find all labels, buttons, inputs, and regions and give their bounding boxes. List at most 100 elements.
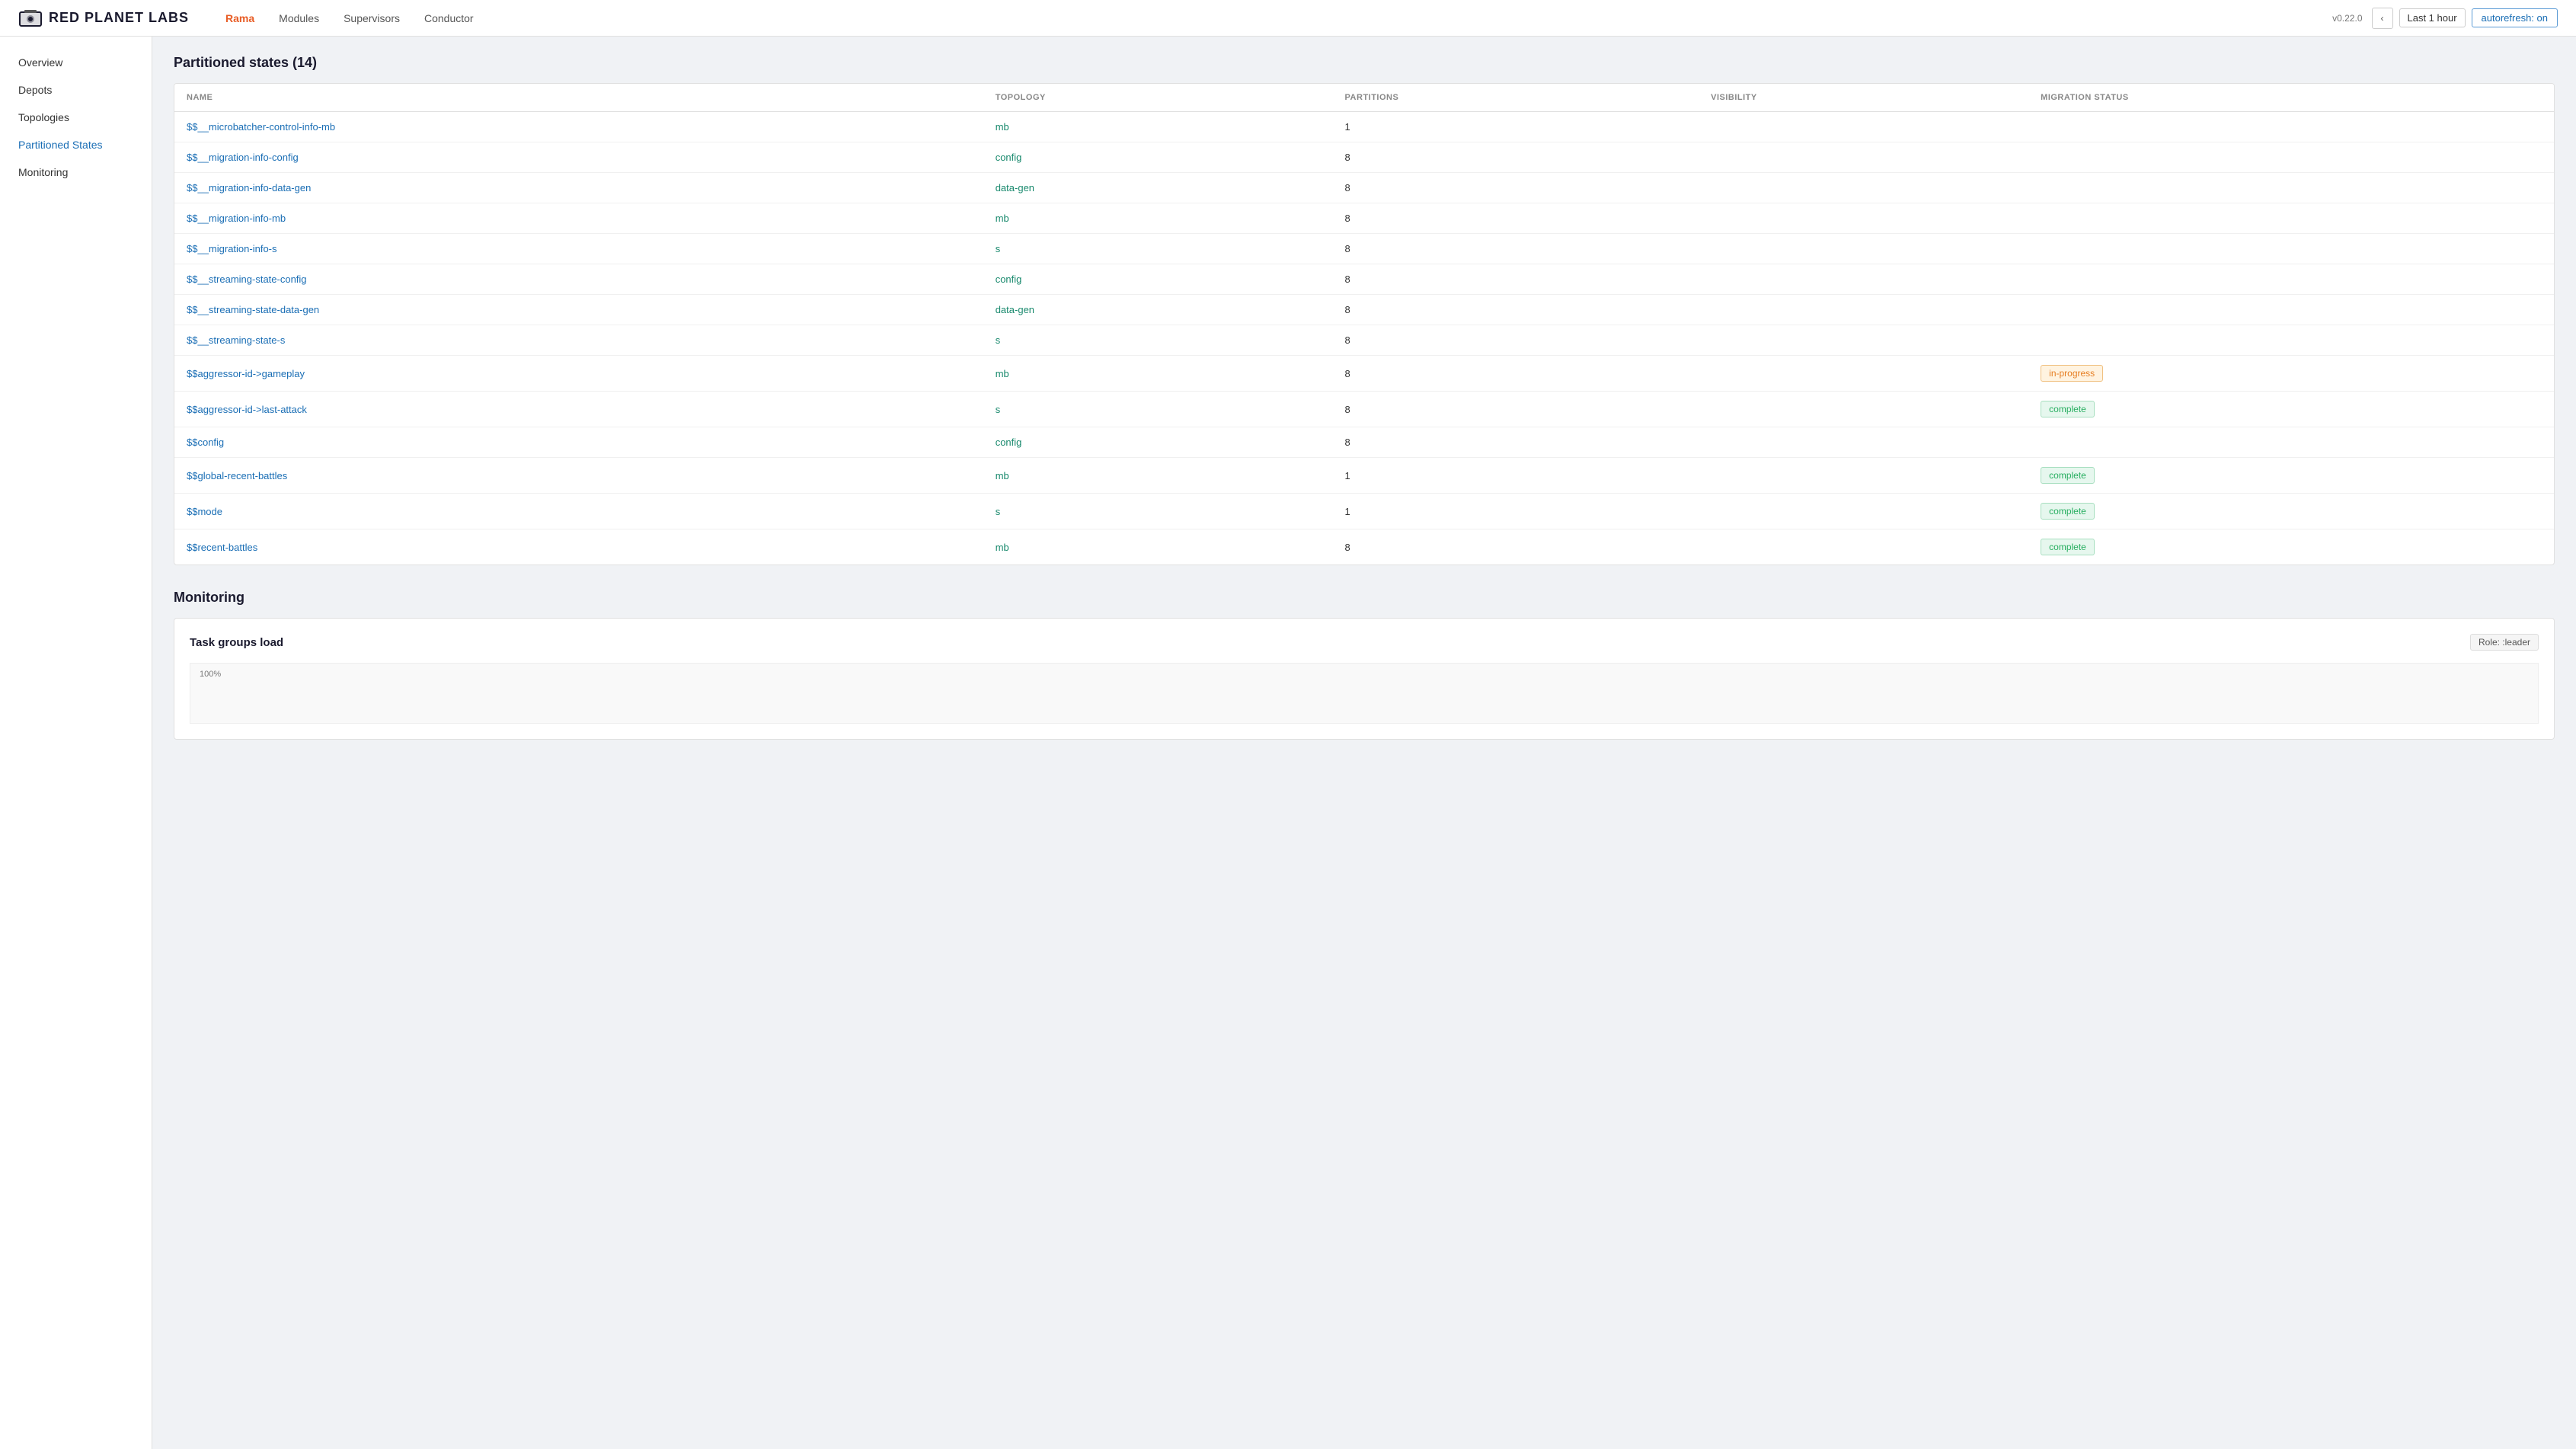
task-groups-load-title: Task groups load [190, 636, 283, 649]
topology-link[interactable]: mb [996, 368, 1009, 379]
chart-y-label: 100% [200, 670, 221, 679]
topology-link[interactable]: s [996, 404, 1001, 415]
cell-topology: mb [983, 356, 1333, 392]
partitioned-states-table: NAME TOPOLOGY PARTITIONS VISIBILITY MIGR… [174, 84, 2554, 565]
name-link[interactable]: $$__migration-info-data-gen [187, 182, 311, 194]
cell-name: $$__migration-info-s [174, 234, 983, 264]
cell-topology: s [983, 494, 1333, 529]
cell-migration-status: in-progress [2028, 356, 2554, 392]
name-link[interactable]: $$__microbatcher-control-info-mb [187, 121, 335, 133]
cell-name: $$global-recent-battles [174, 458, 983, 494]
cell-visibility [1699, 295, 2028, 325]
nav-item-conductor[interactable]: Conductor [412, 0, 486, 37]
status-badge: complete [2041, 467, 2095, 484]
col-visibility: VISIBILITY [1699, 84, 2028, 112]
cell-name: $$recent-battles [174, 529, 983, 565]
cell-migration-status [2028, 203, 2554, 234]
topology-link[interactable]: config [996, 152, 1022, 163]
main-content: Partitioned states (14) NAME TOPOLOGY PA… [152, 37, 2576, 1449]
topology-link[interactable]: mb [996, 213, 1009, 224]
name-link[interactable]: $$global-recent-battles [187, 470, 287, 481]
topology-link[interactable]: data-gen [996, 182, 1034, 194]
topology-link[interactable]: s [996, 334, 1001, 346]
chart-area: 100% [190, 663, 2539, 724]
col-partitions: PARTITIONS [1333, 84, 1699, 112]
name-link[interactable]: $$mode [187, 506, 222, 517]
cell-visibility [1699, 458, 2028, 494]
main-nav: Rama Modules Supervisors Conductor [213, 0, 2332, 37]
cell-name: $$__migration-info-mb [174, 203, 983, 234]
nav-item-modules[interactable]: Modules [267, 0, 331, 37]
cell-name: $$__migration-info-config [174, 142, 983, 173]
name-link[interactable]: $$__migration-info-s [187, 243, 277, 254]
topology-link[interactable]: config [996, 273, 1022, 285]
sidebar-item-monitoring[interactable]: Monitoring [0, 158, 152, 186]
cell-partitions: 1 [1333, 494, 1699, 529]
cell-partitions: 8 [1333, 234, 1699, 264]
topology-link[interactable]: s [996, 243, 1001, 254]
table-row: $$__migration-info-s s 8 [174, 234, 2554, 264]
topology-link[interactable]: mb [996, 121, 1009, 133]
name-link[interactable]: $$aggressor-id->gameplay [187, 368, 305, 379]
sidebar-item-depots[interactable]: Depots [0, 76, 152, 104]
cell-partitions: 8 [1333, 427, 1699, 458]
name-link[interactable]: $$aggressor-id->last-attack [187, 404, 307, 415]
cell-visibility [1699, 264, 2028, 295]
cell-migration-status: complete [2028, 529, 2554, 565]
nav-back-button[interactable]: ‹ [2372, 8, 2393, 29]
col-migration-status: MIGRATION STATUS [2028, 84, 2554, 112]
cell-partitions: 8 [1333, 142, 1699, 173]
cell-name: $$__streaming-state-config [174, 264, 983, 295]
cell-partitions: 8 [1333, 325, 1699, 356]
monitoring-card: Task groups load Role: :leader 100% [174, 618, 2555, 740]
nav-item-supervisors[interactable]: Supervisors [331, 0, 412, 37]
topology-link[interactable]: mb [996, 470, 1009, 481]
name-link[interactable]: $$__migration-info-config [187, 152, 299, 163]
table-row: $$aggressor-id->gameplaymb8in-progress [174, 356, 2554, 392]
cell-topology: mb [983, 112, 1333, 142]
name-link[interactable]: $$recent-battles [187, 542, 257, 553]
header-right: v0.22.0 ‹ Last 1 hour autorefresh: on [2332, 8, 2558, 29]
name-link[interactable]: $$config [187, 437, 224, 448]
monitoring-card-header: Task groups load Role: :leader [190, 634, 2539, 651]
cell-name: $$__migration-info-data-gen [174, 173, 983, 203]
sidebar-item-partitioned-states[interactable]: Partitioned States [0, 131, 152, 158]
table-row: $$config config 8 [174, 427, 2554, 458]
cell-visibility [1699, 173, 2028, 203]
cell-visibility [1699, 529, 2028, 565]
table-row: $$recent-battlesmb8complete [174, 529, 2554, 565]
partitioned-states-table-card: NAME TOPOLOGY PARTITIONS VISIBILITY MIGR… [174, 83, 2555, 565]
table-body: $$__microbatcher-control-info-mbmb1$$__m… [174, 112, 2554, 565]
table-header: NAME TOPOLOGY PARTITIONS VISIBILITY MIGR… [174, 84, 2554, 112]
cell-topology: mb [983, 203, 1333, 234]
cell-name: $$mode [174, 494, 983, 529]
status-badge: in-progress [2041, 365, 2103, 382]
cell-partitions: 8 [1333, 264, 1699, 295]
table-row: $$__streaming-state-s s 8 [174, 325, 2554, 356]
name-link[interactable]: $$__streaming-state-s [187, 334, 285, 346]
topology-link[interactable]: data-gen [996, 304, 1034, 315]
name-link[interactable]: $$__migration-info-mb [187, 213, 286, 224]
topology-link[interactable]: s [996, 506, 1001, 517]
sidebar-item-topologies[interactable]: Topologies [0, 104, 152, 131]
name-link[interactable]: $$__streaming-state-data-gen [187, 304, 319, 315]
cell-visibility [1699, 325, 2028, 356]
table-row: $$global-recent-battlesmb1complete [174, 458, 2554, 494]
cell-name: $$aggressor-id->gameplay [174, 356, 983, 392]
nav-item-rama[interactable]: Rama [213, 0, 267, 37]
cell-migration-status [2028, 173, 2554, 203]
name-link[interactable]: $$__streaming-state-config [187, 273, 307, 285]
topology-link[interactable]: mb [996, 542, 1009, 553]
time-range-button[interactable]: Last 1 hour [2399, 8, 2466, 27]
cell-migration-status [2028, 112, 2554, 142]
cell-visibility [1699, 494, 2028, 529]
cell-visibility [1699, 234, 2028, 264]
sidebar-item-overview[interactable]: Overview [0, 49, 152, 76]
cell-topology: data-gen [983, 173, 1333, 203]
cell-partitions: 8 [1333, 392, 1699, 427]
table-row: $$__microbatcher-control-info-mbmb1 [174, 112, 2554, 142]
table-row: $$modes1complete [174, 494, 2554, 529]
autorefresh-button[interactable]: autorefresh: on [2472, 8, 2558, 27]
status-badge: complete [2041, 539, 2095, 555]
topology-link[interactable]: config [996, 437, 1022, 448]
